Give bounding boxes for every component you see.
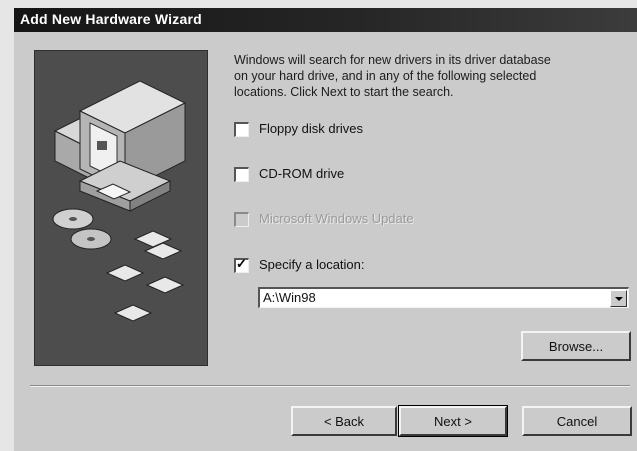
window-title: Add New Hardware Wizard [20,11,202,27]
separator [30,385,630,387]
driver-disk-icon [105,230,185,322]
windows-update-checkbox-label: Microsoft Windows Update [259,211,414,226]
checkbox-box[interactable]: ✓ [234,256,249,273]
next-button[interactable]: Next > [398,405,508,437]
description-line: locations. Click Next to start the searc… [234,85,454,99]
checkmark-icon: ✓ [236,256,247,271]
computer-icon [53,80,187,212]
wizard-illustration [34,50,208,366]
floppy-checkbox-label[interactable]: Floppy disk drives [259,121,363,136]
cancel-button[interactable]: Cancel [522,406,632,436]
checkbox-box[interactable] [234,167,249,182]
specify-location-label[interactable]: Specify a location: [259,257,365,272]
wizard-description: Windows will search for new drivers in i… [234,52,629,100]
dropdown-arrow-icon[interactable] [610,290,627,307]
title-bar[interactable]: Add New Hardware Wizard [14,8,637,32]
cdrom-checkbox-label[interactable]: CD-ROM drive [259,166,344,181]
description-line: on your hard drive, and in any of the fo… [234,69,537,83]
checkbox-box [234,212,249,227]
checkbox-box[interactable] [234,122,249,137]
back-button[interactable]: < Back [291,406,397,436]
cd-disc-icon [52,208,112,250]
location-combobox[interactable]: A:\Win98 [258,287,629,308]
browse-button[interactable]: Browse... [521,331,631,361]
background-strip-top [0,0,637,8]
background-strip-left [0,0,14,451]
location-value[interactable]: A:\Win98 [263,290,316,305]
description-line: Windows will search for new drivers in i… [234,53,551,67]
wizard-window: Add New Hardware Wizard Windows will sea… [0,0,637,451]
